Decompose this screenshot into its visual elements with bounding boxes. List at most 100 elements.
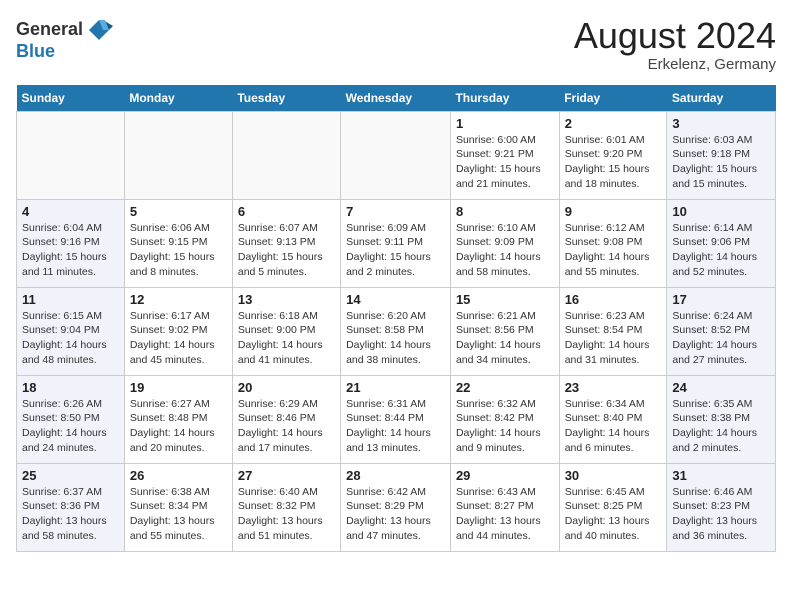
day-info: Sunrise: 6:21 AMSunset: 8:56 PMDaylight:… xyxy=(456,309,554,368)
calendar-cell: 28 Sunrise: 6:42 AMSunset: 8:29 PMDayligh… xyxy=(341,463,451,551)
day-number: 13 xyxy=(238,292,335,307)
calendar-cell: 20Sunrise: 6:29 AMSunset: 8:46 PMDayligh… xyxy=(232,375,340,463)
day-number: 30 xyxy=(565,468,662,483)
day-info: Sunrise: 6:15 AMSunset: 9:04 PMDaylight:… xyxy=(22,309,119,368)
day-info: Sunrise: 6:34 AMSunset: 8:40 PMDaylight:… xyxy=(565,397,662,456)
day-number: 31 xyxy=(672,468,770,483)
day-number: 1 xyxy=(456,116,554,131)
day-info: Sunrise: 6:27 AMSunset: 8:48 PMDaylight:… xyxy=(130,397,227,456)
day-number: 15 xyxy=(456,292,554,307)
calendar-cell: 22Sunrise: 6:32 AMSunset: 8:42 PMDayligh… xyxy=(450,375,559,463)
day-info: Sunrise: 6:09 AMSunset: 9:11 PMDaylight:… xyxy=(346,221,445,280)
page-subtitle: Erkelenz, Germany xyxy=(574,56,776,73)
day-number: 14 xyxy=(346,292,445,307)
day-number: 17 xyxy=(672,292,770,307)
calendar-cell: 30 Sunrise: 6:45 AMSunset: 8:25 PMDayligh… xyxy=(559,463,667,551)
day-number: 2 xyxy=(565,116,662,131)
day-info: Sunrise: 6:14 AMSunset: 9:06 PMDaylight:… xyxy=(672,221,770,280)
day-number: 24 xyxy=(672,380,770,395)
calendar-cell xyxy=(124,111,232,199)
day-header-thursday: Thursday xyxy=(450,85,559,112)
day-info: Sunrise: 6:01 AMSunset: 9:20 PMDaylight:… xyxy=(565,133,662,192)
day-info: Sunrise: 6:00 AMSunset: 9:21 PMDaylight:… xyxy=(456,133,554,192)
calendar-cell: 7 Sunrise: 6:09 AMSunset: 9:11 PMDaylight… xyxy=(341,199,451,287)
calendar-cell: 4Sunrise: 6:04 AMSunset: 9:16 PMDaylight… xyxy=(17,199,125,287)
calendar-cell xyxy=(17,111,125,199)
logo-general: General xyxy=(16,20,83,40)
calendar-cell: 1 Sunrise: 6:00 AMSunset: 9:21 PMDaylight… xyxy=(450,111,559,199)
day-number: 21 xyxy=(346,380,445,395)
day-info: Sunrise: 6:10 AMSunset: 9:09 PMDaylight:… xyxy=(456,221,554,280)
calendar-cell: 13 Sunrise: 6:18 AMSunset: 9:00 PMDayligh… xyxy=(232,287,340,375)
day-number: 19 xyxy=(130,380,227,395)
day-number: 10 xyxy=(672,204,770,219)
day-header-friday: Friday xyxy=(559,85,667,112)
page-title: August 2024 xyxy=(574,16,776,56)
calendar-cell: 19 Sunrise: 6:27 AMSunset: 8:48 PMDayligh… xyxy=(124,375,232,463)
day-info: Sunrise: 6:43 AMSunset: 8:27 PMDaylight:… xyxy=(456,485,554,544)
day-number: 9 xyxy=(565,204,662,219)
day-number: 25 xyxy=(22,468,119,483)
day-number: 27 xyxy=(238,468,335,483)
logo-blue: Blue xyxy=(16,42,113,62)
calendar-cell: 3 Sunrise: 6:03 AMSunset: 9:18 PMDaylight… xyxy=(667,111,776,199)
logo-icon xyxy=(85,16,113,44)
calendar-cell: 17Sunrise: 6:24 AMSunset: 8:52 PMDayligh… xyxy=(667,287,776,375)
calendar-cell: 6 Sunrise: 6:07 AMSunset: 9:13 PMDaylight… xyxy=(232,199,340,287)
day-info: Sunrise: 6:07 AMSunset: 9:13 PMDaylight:… xyxy=(238,221,335,280)
day-number: 4 xyxy=(22,204,119,219)
day-info: Sunrise: 6:31 AMSunset: 8:44 PMDaylight:… xyxy=(346,397,445,456)
day-number: 7 xyxy=(346,204,445,219)
day-info: Sunrise: 6:23 AMSunset: 8:54 PMDaylight:… xyxy=(565,309,662,368)
day-info: Sunrise: 6:06 AMSunset: 9:15 PMDaylight:… xyxy=(130,221,227,280)
page-header: General Blue August 2024 Erkelenz, Germa… xyxy=(16,16,776,73)
day-number: 8 xyxy=(456,204,554,219)
day-header-saturday: Saturday xyxy=(667,85,776,112)
day-info: Sunrise: 6:42 AMSunset: 8:29 PMDaylight:… xyxy=(346,485,445,544)
calendar-cell: 23 Sunrise: 6:34 AMSunset: 8:40 PMDayligh… xyxy=(559,375,667,463)
calendar-cell xyxy=(341,111,451,199)
calendar-cell: 5 Sunrise: 6:06 AMSunset: 9:15 PMDaylight… xyxy=(124,199,232,287)
week-row-1: 1 Sunrise: 6:00 AMSunset: 9:21 PMDaylight… xyxy=(17,111,776,199)
calendar-cell: 11Sunrise: 6:15 AMSunset: 9:04 PMDayligh… xyxy=(17,287,125,375)
day-header-sunday: Sunday xyxy=(17,85,125,112)
calendar-cell: 8 Sunrise: 6:10 AMSunset: 9:09 PMDaylight… xyxy=(450,199,559,287)
day-number: 22 xyxy=(456,380,554,395)
calendar-cell: 21 Sunrise: 6:31 AMSunset: 8:44 PMDayligh… xyxy=(341,375,451,463)
day-info: Sunrise: 6:18 AMSunset: 9:00 PMDaylight:… xyxy=(238,309,335,368)
day-info: Sunrise: 6:46 AMSunset: 8:23 PMDaylight:… xyxy=(672,485,770,544)
calendar-cell: 24 Sunrise: 6:35 AMSunset: 8:38 PMDayligh… xyxy=(667,375,776,463)
logo: General Blue xyxy=(16,16,113,62)
day-number: 6 xyxy=(238,204,335,219)
week-row-4: 18 Sunrise: 6:26 AMSunset: 8:50 PMDayligh… xyxy=(17,375,776,463)
calendar-cell: 2 Sunrise: 6:01 AMSunset: 9:20 PMDaylight… xyxy=(559,111,667,199)
day-number: 28 xyxy=(346,468,445,483)
week-row-2: 4Sunrise: 6:04 AMSunset: 9:16 PMDaylight… xyxy=(17,199,776,287)
calendar-cell: 9Sunrise: 6:12 AMSunset: 9:08 PMDaylight… xyxy=(559,199,667,287)
day-info: Sunrise: 6:45 AMSunset: 8:25 PMDaylight:… xyxy=(565,485,662,544)
day-info: Sunrise: 6:03 AMSunset: 9:18 PMDaylight:… xyxy=(672,133,770,192)
day-number: 18 xyxy=(22,380,119,395)
calendar-cell: 31 Sunrise: 6:46 AMSunset: 8:23 PMDayligh… xyxy=(667,463,776,551)
day-header-wednesday: Wednesday xyxy=(341,85,451,112)
week-row-3: 11Sunrise: 6:15 AMSunset: 9:04 PMDayligh… xyxy=(17,287,776,375)
day-info: Sunrise: 6:17 AMSunset: 9:02 PMDaylight:… xyxy=(130,309,227,368)
day-number: 29 xyxy=(456,468,554,483)
calendar-cell: 16Sunrise: 6:23 AMSunset: 8:54 PMDayligh… xyxy=(559,287,667,375)
day-number: 23 xyxy=(565,380,662,395)
day-number: 3 xyxy=(672,116,770,131)
calendar-cell: 26Sunrise: 6:38 AMSunset: 8:34 PMDayligh… xyxy=(124,463,232,551)
day-info: Sunrise: 6:38 AMSunset: 8:34 PMDaylight:… xyxy=(130,485,227,544)
day-number: 20 xyxy=(238,380,335,395)
day-info: Sunrise: 6:26 AMSunset: 8:50 PMDaylight:… xyxy=(22,397,119,456)
day-header-monday: Monday xyxy=(124,85,232,112)
calendar-cell xyxy=(232,111,340,199)
calendar-cell: 18 Sunrise: 6:26 AMSunset: 8:50 PMDayligh… xyxy=(17,375,125,463)
calendar-cell: 12Sunrise: 6:17 AMSunset: 9:02 PMDayligh… xyxy=(124,287,232,375)
day-info: Sunrise: 6:35 AMSunset: 8:38 PMDaylight:… xyxy=(672,397,770,456)
day-headers-row: SundayMondayTuesdayWednesdayThursdayFrid… xyxy=(17,85,776,112)
day-number: 5 xyxy=(130,204,227,219)
calendar-cell: 10 Sunrise: 6:14 AMSunset: 9:06 PMDayligh… xyxy=(667,199,776,287)
day-info: Sunrise: 6:40 AMSunset: 8:32 PMDaylight:… xyxy=(238,485,335,544)
calendar-table: SundayMondayTuesdayWednesdayThursdayFrid… xyxy=(16,85,776,552)
